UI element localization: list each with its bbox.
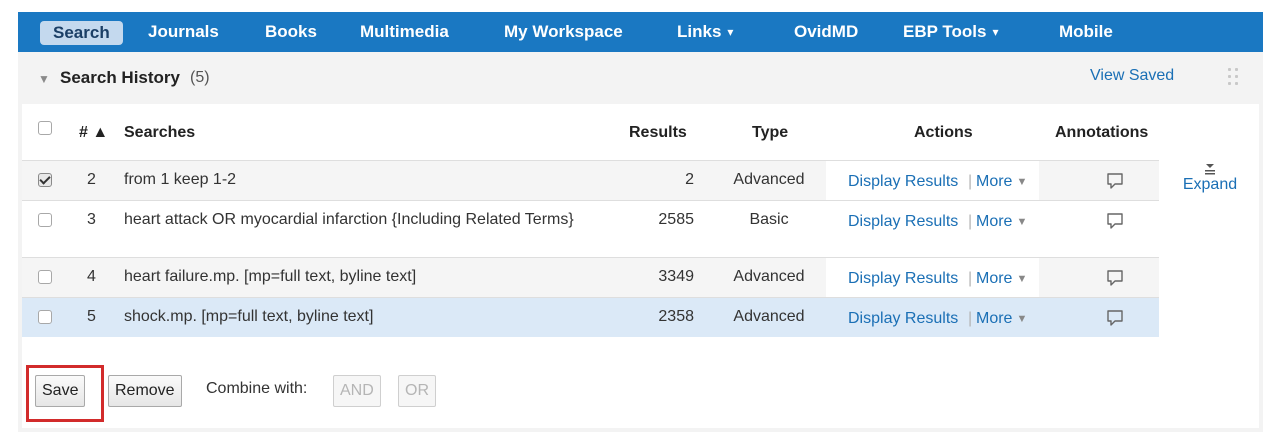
chevron-down-icon: ▾: [992, 25, 999, 39]
table-row: 2 from 1 keep 1-2 2 Advanced Display Res…: [22, 160, 1159, 200]
speech-bubble-icon[interactable]: [1106, 212, 1124, 230]
panel-title: Search History: [60, 68, 180, 87]
nav-tab-books[interactable]: Books: [265, 12, 317, 52]
search-history-panel: ▼ Search History (5) View Saved # ▲ Sear…: [18, 52, 1263, 432]
view-saved-link[interactable]: View Saved: [1090, 67, 1174, 85]
search-query: heart failure.mp. [mp=full text, byline …: [124, 268, 417, 285]
expand-label: Expand: [1182, 176, 1238, 193]
more-dropdown[interactable]: More ▼: [976, 213, 1027, 231]
row-number: 3: [87, 211, 96, 228]
chevron-down-icon: ▼: [1016, 313, 1028, 325]
action-separator: |: [968, 310, 973, 327]
column-header-actions: Actions: [914, 124, 973, 141]
nav-tab-label: My Workspace: [504, 22, 623, 41]
row-checkbox[interactable]: [38, 173, 52, 187]
more-dropdown[interactable]: More ▼: [976, 173, 1027, 191]
chevron-down-icon: ▾: [727, 25, 734, 39]
search-type: Advanced: [733, 268, 805, 285]
table-header: # ▲ Searches Results Type Actions Annota…: [22, 104, 1259, 160]
action-separator: |: [968, 213, 973, 230]
select-all-checkbox[interactable]: [38, 121, 52, 135]
chevron-down-icon: ▼: [1016, 273, 1028, 285]
display-results-link[interactable]: Display Results: [848, 173, 958, 191]
column-header-number[interactable]: # ▲: [79, 124, 108, 142]
nav-tab-my-workspace[interactable]: My Workspace: [504, 12, 623, 52]
search-type: Advanced: [733, 308, 805, 325]
column-header-searches: Searches: [124, 124, 196, 141]
nav-tab-search[interactable]: Search: [40, 21, 123, 45]
row-checkbox[interactable]: [38, 213, 52, 227]
search-type: Advanced: [733, 171, 805, 188]
action-separator: |: [968, 173, 973, 190]
table-row: 4 heart failure.mp. [mp=full text, bylin…: [22, 257, 1159, 297]
nav-tab-label: Mobile: [1059, 22, 1113, 41]
nav-tab-label: Links: [677, 22, 722, 41]
nav-tab-label: Books: [265, 22, 317, 41]
action-separator: |: [968, 270, 973, 287]
top-nav-bar: Search Journals Books Multimedia My Work…: [18, 12, 1263, 52]
nav-tab-links[interactable]: Links ▾: [677, 12, 733, 52]
panel-header: ▼ Search History (5) View Saved: [18, 52, 1263, 104]
nav-tab-label: EBP Tools: [903, 22, 987, 41]
triangle-down-icon[interactable]: ▼: [38, 72, 50, 86]
display-results-link[interactable]: Display Results: [848, 270, 958, 288]
nav-tab-label: Multimedia: [360, 22, 449, 41]
column-header-results: Results: [629, 124, 687, 141]
remove-button[interactable]: Remove: [108, 375, 182, 407]
drag-handle-icon[interactable]: [1226, 66, 1240, 86]
history-count: (5): [190, 69, 210, 86]
nav-tab-ovidmd[interactable]: OvidMD: [794, 12, 858, 52]
combine-with-label: Combine with:: [206, 380, 308, 397]
row-checkbox[interactable]: [38, 270, 52, 284]
row-number: 5: [87, 308, 96, 325]
nav-tab-label: Search: [53, 23, 110, 42]
row-number: 4: [87, 268, 96, 285]
nav-tab-multimedia[interactable]: Multimedia: [360, 12, 449, 52]
search-query: heart attack OR myocardial infarction {I…: [124, 211, 574, 228]
nav-tab-mobile[interactable]: Mobile: [1059, 12, 1113, 52]
chevron-down-icon: ▼: [1016, 216, 1028, 228]
result-count: 2358: [658, 308, 694, 325]
nav-tab-label: OvidMD: [794, 22, 859, 41]
result-count: 3349: [658, 268, 694, 285]
display-results-link[interactable]: Display Results: [848, 213, 958, 231]
more-label: More: [976, 173, 1013, 190]
display-results-link[interactable]: Display Results: [848, 310, 958, 328]
column-header-type: Type: [752, 124, 789, 141]
search-type: Basic: [749, 211, 789, 228]
result-count: 2: [685, 171, 694, 188]
table-row: 5 shock.mp. [mp=full text, byline text] …: [22, 297, 1159, 337]
more-label: More: [976, 270, 1013, 287]
row-number: 2: [87, 171, 96, 188]
row-checkbox[interactable]: [38, 310, 52, 324]
nav-tab-label: Journals: [148, 22, 219, 41]
more-dropdown[interactable]: More ▼: [976, 310, 1027, 328]
table-row: 3 heart attack OR myocardial infarction …: [22, 200, 1159, 257]
column-header-annotations: Annotations: [1055, 124, 1149, 141]
result-count: 2585: [658, 211, 694, 228]
and-button[interactable]: AND: [333, 375, 381, 407]
expand-button[interactable]: Expand: [1180, 162, 1240, 194]
search-query: from 1 keep 1-2: [124, 171, 237, 188]
speech-bubble-icon[interactable]: [1106, 269, 1124, 287]
more-label: More: [976, 310, 1013, 327]
nav-tab-ebp-tools[interactable]: EBP Tools ▾: [903, 12, 998, 52]
save-button[interactable]: Save: [35, 375, 86, 407]
more-label: More: [976, 213, 1013, 230]
speech-bubble-icon[interactable]: [1106, 172, 1124, 190]
speech-bubble-icon[interactable]: [1106, 309, 1124, 327]
or-button[interactable]: OR: [398, 375, 436, 407]
expand-icon: [1205, 164, 1215, 175]
chevron-down-icon: ▼: [1016, 176, 1028, 188]
more-dropdown[interactable]: More ▼: [976, 270, 1027, 288]
nav-tab-journals[interactable]: Journals: [148, 12, 219, 52]
search-query: shock.mp. [mp=full text, byline text]: [124, 308, 374, 325]
